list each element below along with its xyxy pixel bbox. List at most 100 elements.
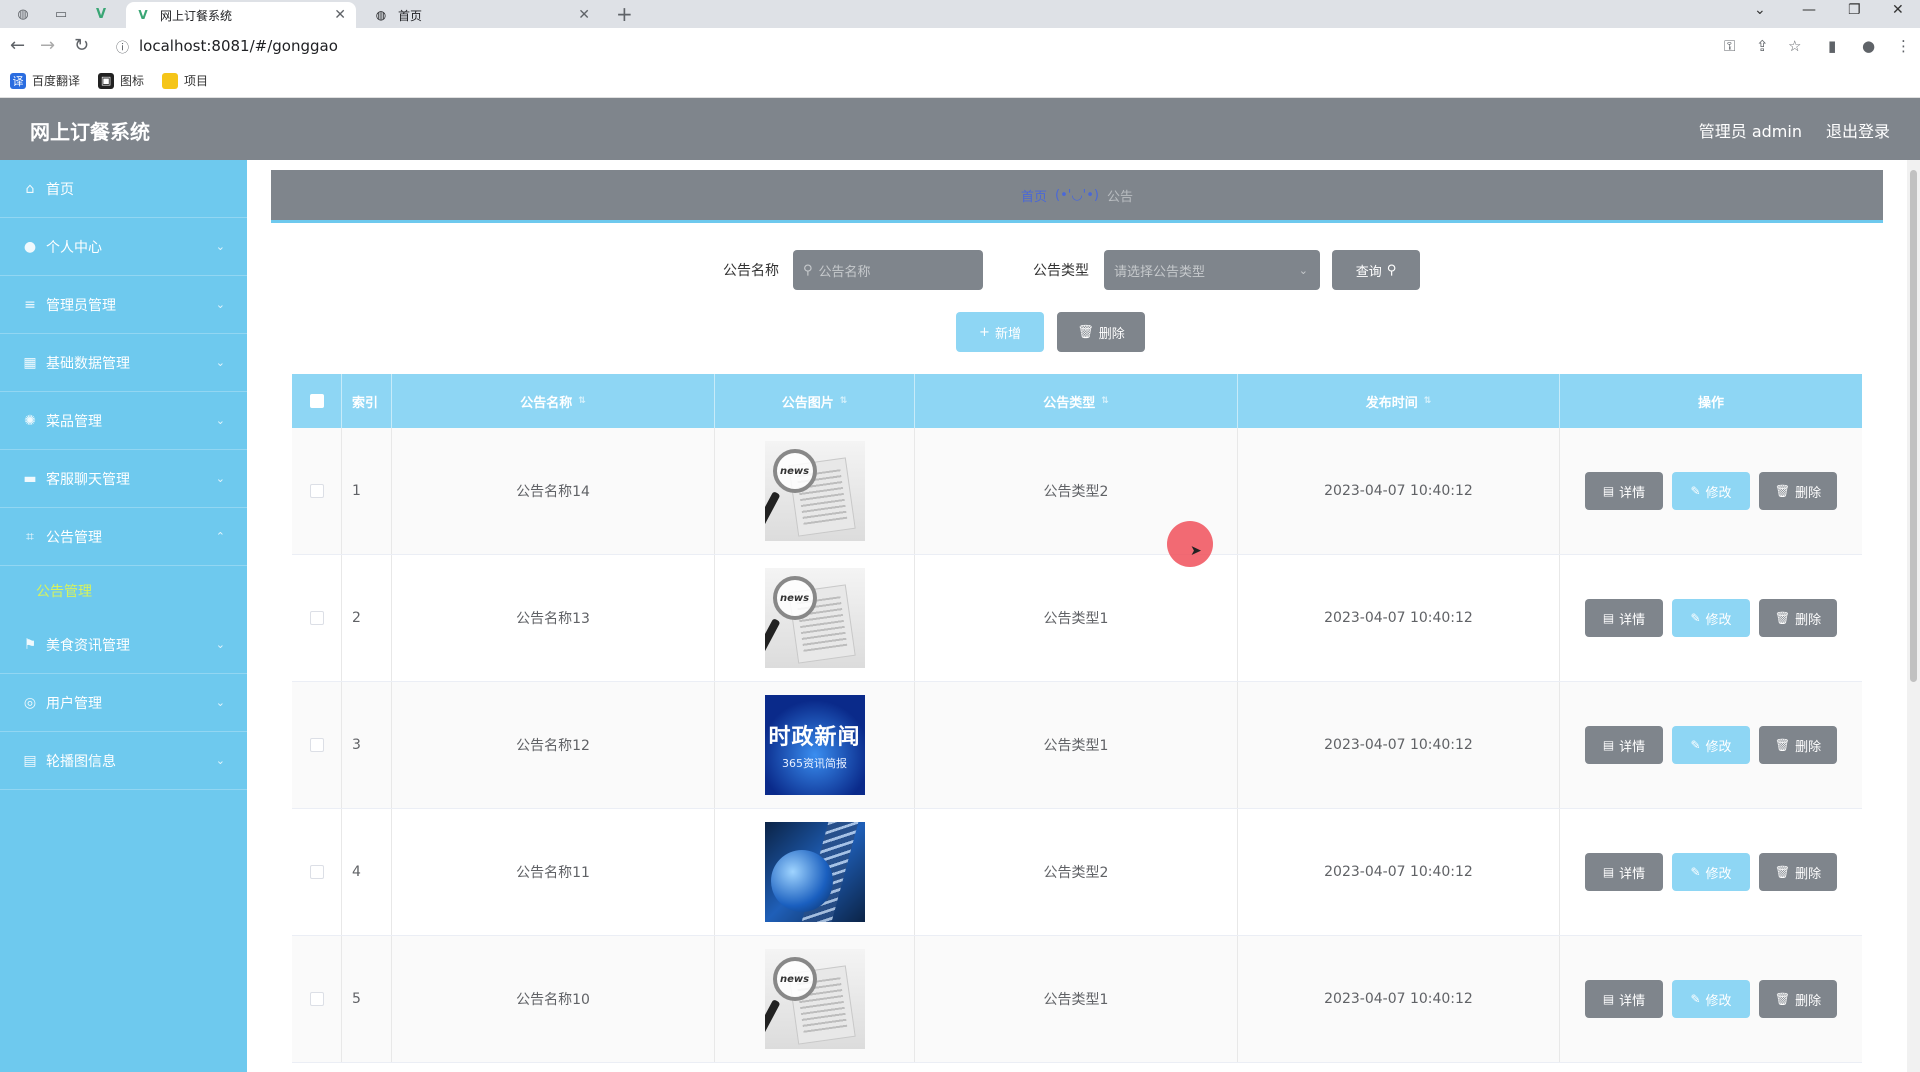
notice-name-placeholder: 公告名称 — [818, 264, 871, 280]
star-icon[interactable]: ☆ — [1788, 37, 1801, 55]
bookmark-label: 百度翻译 — [32, 74, 81, 88]
notice-type-select[interactable]: 请选择公告类型 ⌄ — [1104, 250, 1320, 290]
button-label: 详情 — [1619, 866, 1646, 882]
header-type[interactable]: 公告类型 ⇅ — [915, 374, 1238, 428]
logout-link[interactable]: 退出登录 — [1826, 118, 1890, 142]
row-checkbox[interactable] — [309, 865, 324, 879]
notice-thumbnail-shizheng[interactable]: 时政新闻 365资讯简报 — [764, 695, 865, 795]
add-button[interactable]: + 新增 — [956, 312, 1044, 352]
notice-name-input[interactable]: ⚲ 公告名称 — [793, 250, 983, 290]
scrollbar-thumb[interactable] — [1910, 170, 1917, 682]
sidebar-item-users[interactable]: ◎ 用户管理 ⌄ — [0, 674, 247, 732]
chevron-down-icon[interactable]: ⌄ — [1754, 2, 1766, 18]
edit-button[interactable]: ✎ 修改 — [1672, 472, 1750, 510]
sidebar-item-basic-data[interactable]: ▦ 基础数据管理 ⌄ — [0, 334, 247, 392]
sidebar-item-food-news[interactable]: ⚑ 美食资讯管理 ⌄ — [0, 616, 247, 674]
page-scrollbar[interactable] — [1907, 160, 1920, 1072]
query-button[interactable]: 查询 ⚲ — [1332, 250, 1420, 290]
delete-button[interactable]: 🗑 删除 — [1759, 472, 1837, 510]
edit-button[interactable]: ✎ 修改 — [1672, 726, 1750, 764]
delete-button[interactable]: 🗑 删除 — [1759, 853, 1837, 891]
reload-icon[interactable]: ↻ — [74, 35, 89, 56]
breadcrumb: 首页 (•'◡'•) 公告 — [271, 170, 1883, 220]
minimize-icon[interactable]: — — [1802, 2, 1816, 18]
back-icon[interactable]: ← — [10, 35, 25, 56]
header-image[interactable]: 公告图片 ⇅ — [715, 374, 915, 428]
detail-button[interactable]: ▤ 详情 — [1585, 726, 1663, 764]
info-icon[interactable]: ⓘ — [116, 37, 129, 56]
bookmark-baidu-fanyi[interactable]: 译 百度翻译 — [10, 72, 80, 89]
forward-icon[interactable]: → — [40, 35, 55, 56]
sidebar-item-label: 首页 — [46, 181, 74, 198]
list-icon: ≡ — [24, 296, 36, 313]
sidebar-item-dishes[interactable]: ✺ 菜品管理 ⌄ — [0, 392, 247, 450]
button-label: 详情 — [1619, 612, 1646, 628]
vue-icon: V — [138, 8, 148, 22]
sort-icon[interactable]: ⇅ — [1101, 396, 1109, 406]
sidebar-item-home[interactable]: ⌂ 首页 — [0, 160, 247, 218]
close-icon[interactable]: ✕ — [578, 7, 590, 23]
url-field[interactable]: ⓘ localhost:8081/#/gonggao — [106, 32, 1746, 60]
sidebar-item-admins[interactable]: ≡ 管理员管理 ⌄ — [0, 276, 247, 334]
close-icon[interactable]: ✕ — [334, 7, 346, 23]
header-ops: 操作 — [1560, 374, 1862, 428]
delete-button[interactable]: 🗑 删除 — [1759, 599, 1837, 637]
window-close-icon[interactable]: ✕ — [1892, 2, 1904, 18]
detail-button[interactable]: ▤ 详情 — [1585, 980, 1663, 1018]
delete-button[interactable]: 🗑 删除 — [1759, 980, 1837, 1018]
edit-button[interactable]: ✎ 修改 — [1672, 853, 1750, 891]
bookmark-tubiao[interactable]: ▣ 图标 — [98, 72, 144, 89]
edit-button[interactable]: ✎ 修改 — [1672, 980, 1750, 1018]
blank-tab-icon[interactable]: ▭ — [52, 5, 70, 23]
button-label: 修改 — [1705, 866, 1732, 882]
notice-thumbnail-news[interactable]: news — [764, 441, 865, 541]
notice-thumbnail-news[interactable]: news — [764, 949, 865, 1049]
globe-icon[interactable]: ◍ — [14, 5, 32, 23]
sidepanel-icon[interactable]: ▮ — [1828, 37, 1836, 55]
cell-name: 公告名称12 — [392, 682, 715, 808]
tab-home[interactable]: ◍ 首页 ✕ — [364, 2, 600, 28]
profile-icon[interactable]: ● — [1862, 37, 1875, 55]
restore-icon[interactable]: ❐ — [1848, 2, 1861, 18]
edit-button[interactable]: ✎ 修改 — [1672, 599, 1750, 637]
sort-icon[interactable]: ⇅ — [840, 396, 848, 406]
sidebar-item-label: 基础数据管理 — [46, 355, 130, 372]
sidebar-item-notices[interactable]: ⌗ 公告管理 ⌃ — [0, 508, 247, 566]
sort-icon[interactable]: ⇅ — [578, 396, 586, 406]
share-icon[interactable]: ⇪ — [1756, 37, 1769, 55]
row-checkbox-cell — [292, 682, 342, 808]
row-checkbox[interactable] — [309, 611, 324, 625]
chevron-down-icon: ⌄ — [215, 696, 225, 709]
sort-icon[interactable]: ⇅ — [1424, 396, 1432, 406]
delete-button[interactable]: 🗑 删除 — [1759, 726, 1837, 764]
document-icon: ▤ — [1602, 738, 1615, 752]
notice-thumbnail-globe[interactable] — [764, 822, 865, 922]
more-icon[interactable]: ⋮ — [1896, 37, 1911, 55]
detail-button[interactable]: ▤ 详情 — [1585, 599, 1663, 637]
type-label: 公告类型 — [1033, 263, 1089, 279]
sidebar-item-carousel[interactable]: ▤ 轮播图信息 ⌄ — [0, 732, 247, 790]
header-name[interactable]: 公告名称 ⇅ — [392, 374, 715, 428]
select-all-checkbox[interactable] — [309, 394, 324, 408]
breadcrumb-home[interactable]: 首页 — [1021, 186, 1047, 205]
row-checkbox[interactable] — [309, 738, 324, 752]
key-icon[interactable]: ⚿ — [1724, 37, 1735, 55]
submenu-item-notice-manage[interactable]: 公告管理 — [0, 566, 247, 616]
new-tab-icon[interactable]: + — [616, 2, 633, 26]
sidebar-item-label: 菜品管理 — [46, 413, 102, 430]
bookmark-xiangmu[interactable]: 项目 — [162, 72, 208, 89]
detail-button[interactable]: ▤ 详情 — [1585, 853, 1663, 891]
notice-thumbnail-news[interactable]: news — [764, 568, 865, 668]
cell-ops: ▤ 详情 ✎ 修改 🗑 删除 — [1560, 555, 1862, 681]
row-checkbox-cell — [292, 428, 342, 554]
sidebar-item-profile[interactable]: ● 个人中心 ⌄ — [0, 218, 247, 276]
batch-delete-button[interactable]: 🗑 删除 — [1057, 312, 1145, 352]
sidebar-item-chat[interactable]: ▬ 客服聊天管理 ⌄ — [0, 450, 247, 508]
tab-active[interactable]: V 网上订餐系统 ✕ — [126, 2, 356, 28]
detail-button[interactable]: ▤ 详情 — [1585, 472, 1663, 510]
name-label: 公告名称 — [723, 263, 779, 279]
vue-tab-icon[interactable]: V — [92, 5, 110, 23]
row-checkbox[interactable] — [309, 484, 324, 498]
header-time[interactable]: 发布时间 ⇅ — [1238, 374, 1560, 428]
row-checkbox[interactable] — [309, 992, 324, 1006]
